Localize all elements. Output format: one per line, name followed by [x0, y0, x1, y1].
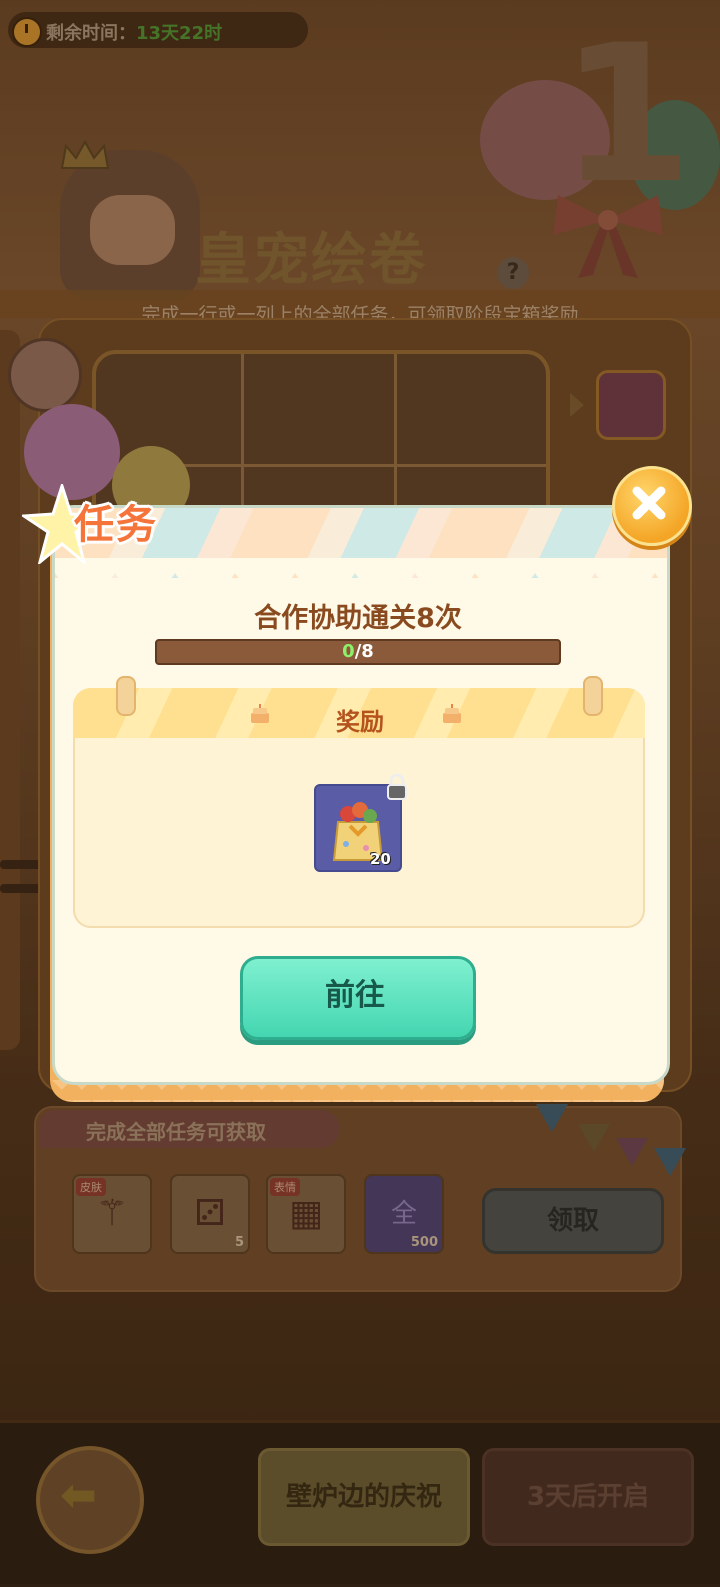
close-button[interactable]	[612, 466, 692, 546]
go-button-label: 前往	[325, 978, 385, 1013]
progress-total: 8	[361, 641, 374, 662]
dialog-title: 任务	[74, 502, 158, 548]
progress-current: 0	[342, 641, 355, 662]
task-name: 合作协助通关8次	[254, 603, 462, 634]
reward-item-count: 20	[370, 850, 391, 868]
dialog-wave	[55, 558, 667, 598]
close-icon	[632, 486, 666, 520]
lock-icon	[387, 774, 407, 800]
progress-text: 0/8	[155, 639, 561, 665]
reward-title: 奖励	[336, 708, 384, 736]
